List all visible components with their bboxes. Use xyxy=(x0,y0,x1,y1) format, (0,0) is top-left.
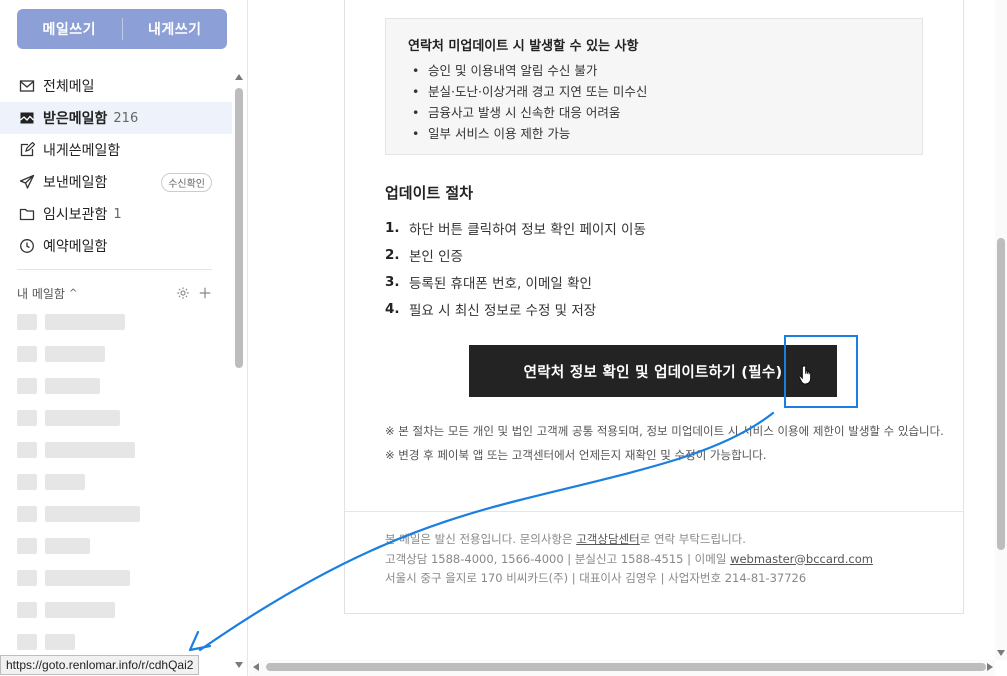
step-item: 3. 등록된 휴대폰 번호, 이메일 확인 xyxy=(385,268,925,295)
horizontal-scrollbar[interactable] xyxy=(249,660,995,676)
footer-line: 본 메일은 발신 전용입니다. 문의사항은 고객상담센터로 연락 부탁드립니다. xyxy=(385,530,945,550)
mail-view: 연락처 미업데이트 시 발생할 수 있는 사항 승인 및 이용내역 알림 수신 … xyxy=(249,0,995,660)
footer-text: 본 메일은 발신 전용입니다. 문의사항은 xyxy=(385,532,577,546)
sidebar-item-inbox[interactable]: 받은메일함 216 xyxy=(0,102,232,134)
step-number: 2. xyxy=(385,246,400,263)
mail-body-card: 연락처 미업데이트 시 발생할 수 있는 사항 승인 및 이용내역 알림 수신 … xyxy=(344,0,964,614)
support-center-link[interactable]: 고객상담센터 xyxy=(576,532,639,546)
chevron-up-icon[interactable]: ^ xyxy=(69,288,77,299)
mail-app: 메일쓰기 내게쓰기 전체메일 받은메일함 216 내게쓴메일함 보낸메일함 수신… xyxy=(0,0,1007,676)
scroll-up-icon[interactable] xyxy=(235,74,243,80)
envelope-icon xyxy=(19,80,35,92)
step-text: 본인 인증 xyxy=(409,248,463,265)
inbox-count: 216 xyxy=(113,110,139,126)
notice-item: 일부 서비스 이용 제한 가능 xyxy=(408,123,900,144)
sidebar-item-to-me[interactable]: 내게쓴메일함 xyxy=(0,134,232,166)
hand-cursor-icon xyxy=(798,364,812,385)
folder-icon xyxy=(19,208,35,221)
notice-list: 승인 및 이용내역 알림 수신 불가 분실·도난·이상거래 경고 지연 또는 미… xyxy=(408,60,900,144)
step-item: 4. 필요 시 최신 정보로 수정 및 저장 xyxy=(385,295,925,322)
footer-text: 고객상담 1588-4000, 1566-4000 | 분실신고 1588-45… xyxy=(385,551,731,566)
read-receipt-badge[interactable]: 수신확인 xyxy=(161,172,212,192)
list-item[interactable] xyxy=(17,472,217,494)
plus-icon[interactable] xyxy=(198,286,212,300)
clock-icon xyxy=(20,239,34,253)
my-mailbox-label: 내 메일함 xyxy=(17,286,65,301)
blurred-mailbox-list xyxy=(17,312,217,664)
sidebar-item-label: 임시보관함 xyxy=(43,207,108,223)
sidebar-item-all-mail[interactable]: 전체메일 xyxy=(0,70,232,102)
fine-print-line: ※ 본 절차는 모든 개인 및 법인 고객께 공통 적용되며, 정보 미업데이트… xyxy=(385,424,944,438)
my-mailbox-tools xyxy=(176,286,212,300)
sidebar-item-label: 예약메일함 xyxy=(43,239,108,255)
scroll-right-icon[interactable] xyxy=(987,663,993,671)
list-item[interactable] xyxy=(17,408,217,430)
sidebar-item-drafts[interactable]: 임시보관함 1 xyxy=(0,198,232,230)
mailbox-nav: 전체메일 받은메일함 216 내게쓴메일함 보낸메일함 수신확인 임시보관함 1 xyxy=(0,70,232,262)
notice-item: 승인 및 이용내역 알림 수신 불가 xyxy=(408,60,900,81)
list-item[interactable] xyxy=(17,600,217,622)
annotation-highlight-box xyxy=(784,335,858,408)
steps-list: 1. 하단 버튼 클릭하여 정보 확인 페이지 이동 2. 본인 인증 3. 등록된 … xyxy=(385,214,925,322)
sidebar-divider xyxy=(17,269,212,270)
step-text: 등록된 휴대폰 번호, 이메일 확인 xyxy=(409,275,592,292)
scroll-left-icon[interactable] xyxy=(253,663,259,671)
footer-text: 로 연락 부탁드립니다. xyxy=(639,532,746,546)
sidebar-item-label: 전체메일 xyxy=(43,79,95,95)
footer-line: 서울시 중구 을지로 170 비씨카드(주) | 대표이사 김영우 | 사업자번… xyxy=(385,571,807,585)
list-item[interactable] xyxy=(17,440,217,462)
list-item[interactable] xyxy=(17,536,217,558)
link-preview-statusbar: https://goto.renlomar.info/r/cdhQai2 xyxy=(0,655,200,675)
step-item: 1. 하단 버튼 클릭하여 정보 확인 페이지 이동 xyxy=(385,214,925,241)
write-to-self-button[interactable]: 내게쓰기 xyxy=(123,19,228,39)
update-contact-button[interactable]: 연락처 정보 확인 및 업데이트하기 (필수) xyxy=(469,345,837,397)
webmaster-email-link[interactable]: webmaster@bccard.com xyxy=(730,552,873,566)
fine-print: ※ 본 절차는 모든 개인 및 법인 고객께 공통 적용되며, 정보 미업데이트… xyxy=(385,422,945,464)
list-item[interactable] xyxy=(17,568,217,590)
compose-bar: 메일쓰기 내게쓰기 xyxy=(17,9,227,49)
sidebar-item-label: 받은메일함 xyxy=(43,111,108,127)
step-number: 4. xyxy=(385,300,400,317)
step-item: 2. 본인 인증 xyxy=(385,241,925,268)
scroll-down-icon[interactable] xyxy=(997,650,1005,656)
sidebar-item-sent[interactable]: 보낸메일함 수신확인 xyxy=(0,166,232,198)
sidebar-item-scheduled[interactable]: 예약메일함 xyxy=(0,230,232,262)
notice-title: 연락처 미업데이트 시 발생할 수 있는 사항 xyxy=(408,39,639,54)
drafts-count: 1 xyxy=(113,206,122,222)
sidebar-item-label: 내게쓴메일함 xyxy=(43,143,121,159)
list-item[interactable] xyxy=(17,312,217,334)
horizontal-scroll-thumb[interactable] xyxy=(266,663,986,671)
list-item[interactable] xyxy=(17,376,217,398)
sidebar-scroll-thumb[interactable] xyxy=(235,88,243,368)
write-mail-button[interactable]: 메일쓰기 xyxy=(17,19,122,39)
mail-footer: 본 메일은 발신 전용입니다. 문의사항은 고객상담센터로 연락 부탁드립니다.… xyxy=(385,530,945,589)
step-number: 1. xyxy=(385,219,400,236)
sidebar-scrollbar[interactable] xyxy=(233,72,245,672)
list-item[interactable] xyxy=(17,344,217,366)
mail-scrollbar[interactable] xyxy=(995,0,1007,660)
sidebar: 메일쓰기 내게쓰기 전체메일 받은메일함 216 내게쓴메일함 보낸메일함 수신… xyxy=(0,0,248,676)
steps-title: 업데이트 절차 xyxy=(385,184,474,202)
paper-plane-icon xyxy=(19,174,35,189)
list-item[interactable] xyxy=(17,632,217,654)
notice-item: 분실·도난·이상거래 경고 지연 또는 미수신 xyxy=(408,81,900,102)
scroll-down-icon[interactable] xyxy=(235,662,243,668)
footer-line: 고객상담 1588-4000, 1566-4000 | 분실신고 1588-45… xyxy=(385,550,945,570)
warning-notice-box: 연락처 미업데이트 시 발생할 수 있는 사항 승인 및 이용내역 알림 수신 … xyxy=(385,18,923,155)
step-text: 필요 시 최신 정보로 수정 및 저장 xyxy=(409,302,597,319)
list-item[interactable] xyxy=(17,504,217,526)
step-number: 3. xyxy=(385,273,400,290)
gear-icon[interactable] xyxy=(176,286,190,300)
inbox-icon xyxy=(20,112,34,124)
mail-scroll-thumb[interactable] xyxy=(997,238,1005,550)
sidebar-item-label: 보낸메일함 xyxy=(43,175,108,191)
fine-print-line: ※ 변경 후 페이북 앱 또는 고객센터에서 언제든지 재확인 및 수정이 가능… xyxy=(385,448,767,462)
edit-icon xyxy=(20,142,35,157)
footer-divider xyxy=(345,511,963,512)
my-mailbox-header[interactable]: 내 메일함 ^ xyxy=(17,284,212,302)
step-text: 하단 버튼 클릭하여 정보 확인 페이지 이동 xyxy=(409,221,646,238)
notice-item: 금융사고 발생 시 신속한 대응 어려움 xyxy=(408,102,900,123)
